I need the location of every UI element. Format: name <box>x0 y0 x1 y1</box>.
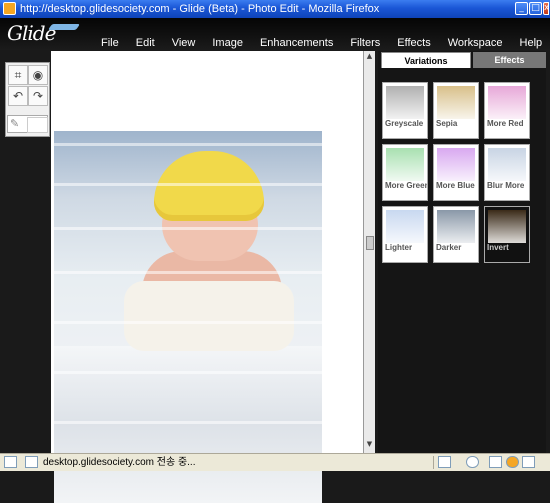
variation-label: More Green <box>385 181 427 190</box>
redo-icon[interactable]: ↷ <box>28 86 48 106</box>
logo-wing-icon <box>47 24 81 30</box>
mail-icon[interactable] <box>489 456 502 468</box>
variation-preview <box>488 86 526 119</box>
variation-label: Blur More <box>487 181 525 190</box>
variation-preview <box>437 86 475 119</box>
glide-logo: Glide <box>7 21 56 45</box>
photo-band <box>54 421 322 424</box>
close-button[interactable]: x <box>543 2 549 15</box>
panel-tabs: Variations Effects <box>381 52 546 68</box>
security-icon[interactable] <box>522 456 535 468</box>
variation-label: More Blue <box>436 181 475 190</box>
app-header: Glide File Edit View Image Enhancements … <box>0 18 550 50</box>
scroll-down-icon[interactable]: ▼ <box>365 440 374 449</box>
firefox-icon <box>3 2 16 15</box>
variation-preview <box>386 210 424 243</box>
photo-blanket <box>54 346 322 503</box>
maximize-button[interactable]: □ <box>529 2 542 15</box>
variation-thumb[interactable]: More Blue <box>433 144 479 201</box>
menu-bar: File Edit View Image Enhancements Filter… <box>101 36 550 50</box>
status-bar: desktop.glidesociety.com 전송 중... <box>0 453 550 471</box>
variations-panel: Variations Effects Greyscale Sepia More … <box>378 51 546 453</box>
canvas-scrollbar[interactable]: ▲ ▼ <box>363 51 375 453</box>
variation-label: Darker <box>436 243 462 252</box>
variation-thumb[interactable]: Greyscale <box>382 82 428 139</box>
photo-band <box>54 227 322 230</box>
menu-file[interactable]: File <box>101 36 119 50</box>
variation-label: Greyscale <box>385 119 424 128</box>
tab-variations[interactable]: Variations <box>381 52 471 68</box>
variation-preview <box>386 148 424 181</box>
variation-thumb[interactable]: Darker <box>433 206 479 263</box>
variation-label: More Red <box>487 119 524 128</box>
variation-label: Sepia <box>436 119 458 128</box>
variation-label: Lighter <box>385 243 413 252</box>
scroll-up-icon[interactable]: ▲ <box>365 52 374 61</box>
pencil-icon: ✎ <box>10 117 20 130</box>
undo-icon[interactable]: ↶ <box>8 86 28 106</box>
window-title: http://desktop.glidesociety.com - Glide … <box>20 3 380 15</box>
variation-label: Invert <box>487 243 509 252</box>
menu-effects[interactable]: Effects <box>397 36 430 50</box>
photo-band <box>54 321 322 324</box>
menu-edit[interactable]: Edit <box>136 36 155 50</box>
photo-image[interactable] <box>54 131 322 503</box>
crop-icon[interactable]: ⌗ <box>8 65 28 85</box>
variation-preview <box>437 148 475 181</box>
window-title-bar[interactable]: http://desktop.glidesociety.com - Glide … <box>0 0 550 18</box>
addon-icon[interactable] <box>506 456 519 468</box>
eye-icon[interactable]: ◉ <box>28 65 48 85</box>
photo-band <box>54 371 322 374</box>
tool-option-field[interactable] <box>27 117 48 133</box>
status-text: desktop.glidesociety.com 전송 중... <box>43 457 196 468</box>
variation-thumb[interactable]: Lighter <box>382 206 428 263</box>
edit-icon[interactable] <box>438 456 451 468</box>
variation-thumb[interactable]: More Green <box>382 144 428 201</box>
minimize-button[interactable]: _ <box>515 2 528 15</box>
menu-workspace[interactable]: Workspace <box>448 36 503 50</box>
photo-band <box>54 271 322 274</box>
photo-baby-hat <box>154 151 264 221</box>
menu-view[interactable]: View <box>172 36 196 50</box>
tool-panel: ⌗ ◉ ↶ ↷ ✎ <box>5 62 50 137</box>
variation-preview <box>488 148 526 181</box>
menu-enhancements[interactable]: Enhancements <box>260 36 333 50</box>
photo-band <box>54 183 322 186</box>
scroll-thumb[interactable] <box>366 236 374 250</box>
menu-help[interactable]: Help <box>520 36 543 50</box>
menu-image[interactable]: Image <box>212 36 243 50</box>
photo-canvas[interactable] <box>51 51 363 503</box>
variation-preview <box>488 210 526 243</box>
globe-icon[interactable] <box>466 456 479 468</box>
photo-towel <box>124 281 294 351</box>
tab-effects[interactable]: Effects <box>473 52 546 68</box>
tool-option-strip[interactable]: ✎ <box>7 115 48 133</box>
variation-thumb[interactable]: Sepia <box>433 82 479 139</box>
variation-preview <box>386 86 424 119</box>
variation-preview <box>437 210 475 243</box>
network-icon <box>25 456 38 468</box>
variation-thumb[interactable]: Blur More <box>484 144 530 201</box>
variation-thumb[interactable]: Invert <box>484 206 530 263</box>
photo-band <box>54 143 322 146</box>
variation-thumb[interactable]: More Red <box>484 82 530 139</box>
status-divider <box>433 456 434 469</box>
page-icon <box>4 456 17 468</box>
menu-filters[interactable]: Filters <box>350 36 380 50</box>
